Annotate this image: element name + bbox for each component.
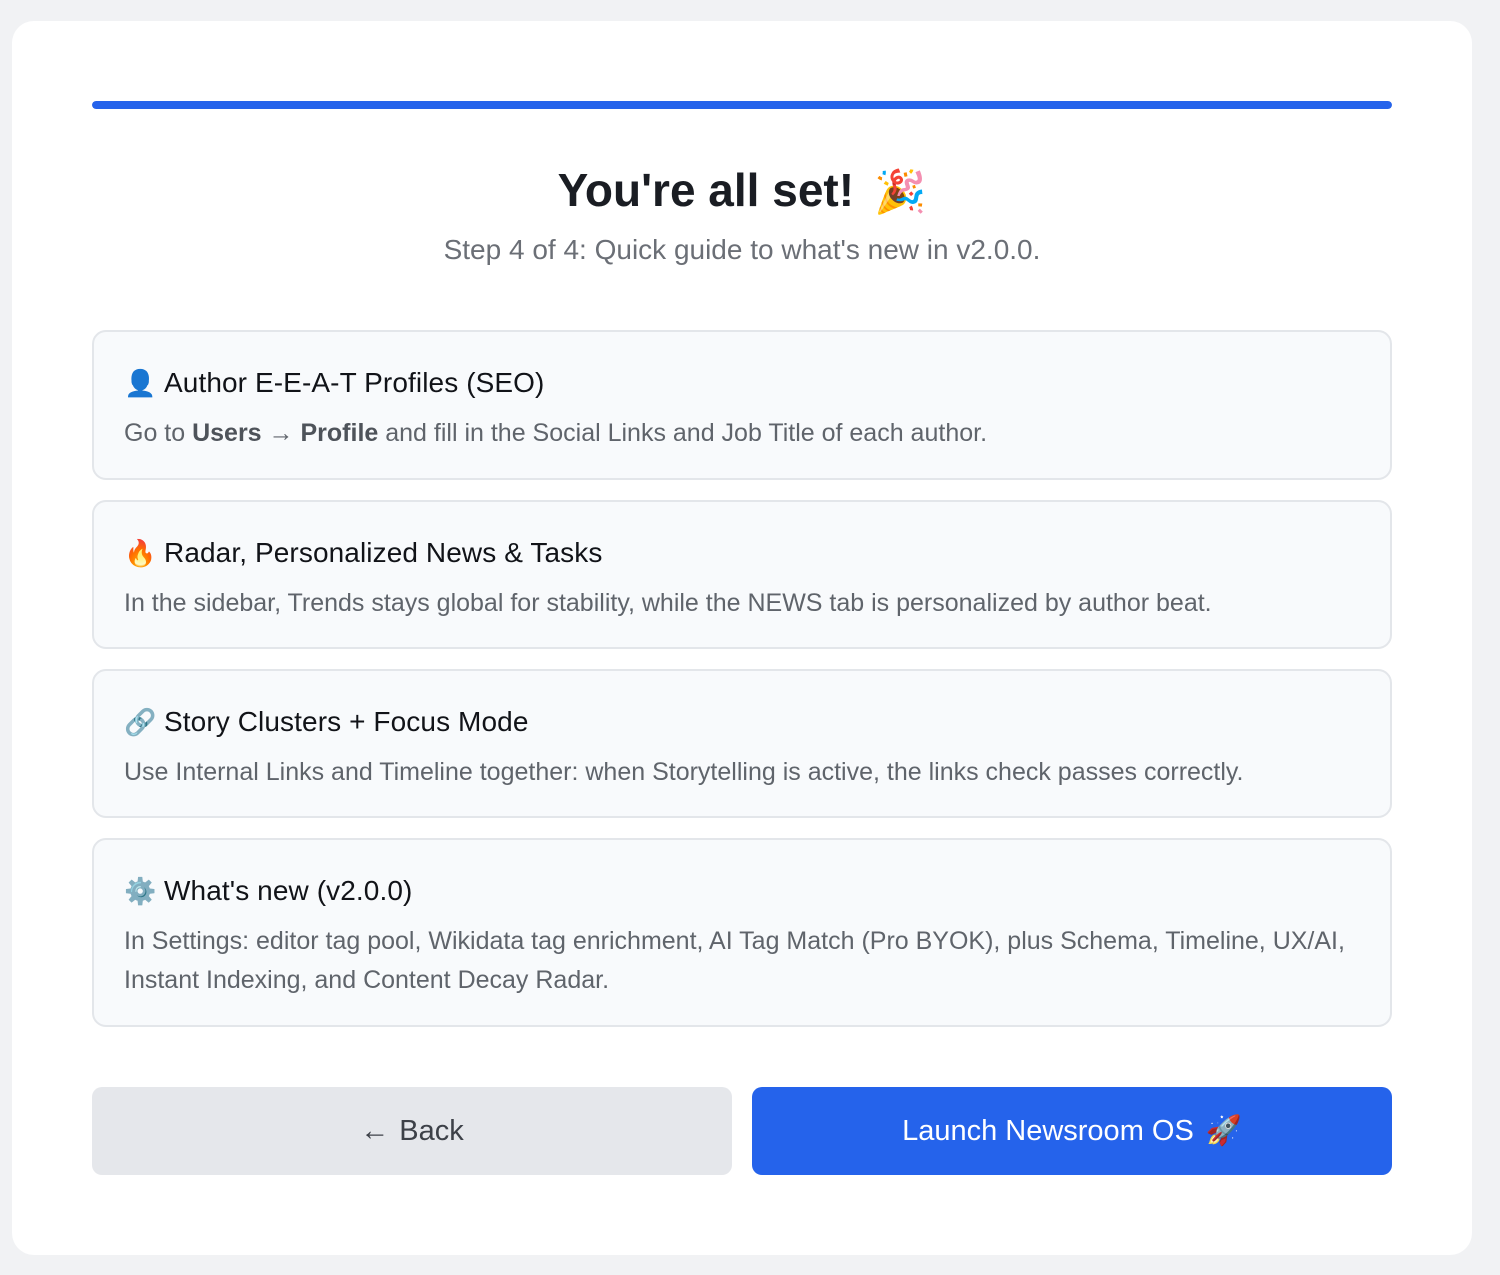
feature-card-title: Author E-E-A-T Profiles (SEO) — [164, 367, 545, 398]
party-popper-icon: 🎉 — [874, 168, 927, 215]
feature-card-title: Story Clusters + Focus Mode — [164, 706, 529, 737]
arrow-separator: → — [261, 419, 301, 447]
feature-card-title: Radar, Personalized News & Tasks — [164, 537, 603, 568]
back-button-label: Back — [399, 1114, 464, 1147]
feature-card-story-clusters: 🔗 Story Clusters + Focus Mode Use Intern… — [92, 669, 1392, 818]
launch-button-label: Launch Newsroom OS — [902, 1114, 1194, 1147]
page-title: You're all set! 🎉 — [92, 161, 1392, 221]
description-text: Go to — [124, 419, 193, 447]
feature-card-title: What's new (v2.0.0) — [164, 875, 413, 906]
feature-card-header: 👤 Author E-E-A-T Profiles (SEO) — [124, 362, 1360, 404]
users-menu-ref: Users — [192, 419, 262, 447]
arrow-left-icon: ← — [360, 1114, 390, 1147]
gear-icon: ⚙️ — [124, 876, 157, 906]
feature-card-header: ⚙️ What's new (v2.0.0) — [124, 870, 1360, 912]
description-text: and fill in the Social Links and Job Tit… — [378, 419, 988, 447]
feature-card-description: In Settings: editor tag pool, Wikidata t… — [124, 927, 1345, 994]
user-icon: 👤 — [124, 368, 157, 398]
onboarding-card: You're all set! 🎉 Step 4 of 4: Quick guid… — [12, 21, 1472, 1255]
feature-card-whats-new: ⚙️ What's new (v2.0.0) In Settings: edit… — [92, 838, 1392, 1027]
page-title-text: You're all set! — [557, 164, 855, 216]
feature-card-radar-news: 🔥 Radar, Personalized News & Tasks In th… — [92, 500, 1392, 649]
feature-card-description: In the sidebar, Trends stays global for … — [124, 589, 1212, 617]
fire-icon: 🔥 — [124, 538, 157, 568]
feature-card-header: 🔗 Story Clusters + Focus Mode — [124, 701, 1360, 743]
feature-card-description: Use Internal Links and Timeline together… — [124, 758, 1244, 786]
launch-newsroom-button[interactable]: Launch Newsroom OS 🚀 — [752, 1087, 1392, 1175]
progress-bar — [92, 101, 1392, 109]
progress-bar-fill — [92, 101, 1392, 109]
link-icon: 🔗 — [124, 707, 157, 737]
step-subtitle: Step 4 of 4: Quick guide to what's new i… — [443, 234, 1041, 265]
feature-card-description: Go to Users → Profile and fill in the So… — [124, 414, 1360, 453]
feature-card-author-profiles: 👤 Author E-E-A-T Profiles (SEO) Go to Us… — [92, 330, 1392, 480]
feature-card-header: 🔥 Radar, Personalized News & Tasks — [124, 532, 1360, 574]
profile-menu-ref: Profile — [300, 419, 379, 447]
back-button[interactable]: ← Back — [92, 1087, 732, 1175]
rocket-icon: 🚀 — [1205, 1115, 1242, 1147]
